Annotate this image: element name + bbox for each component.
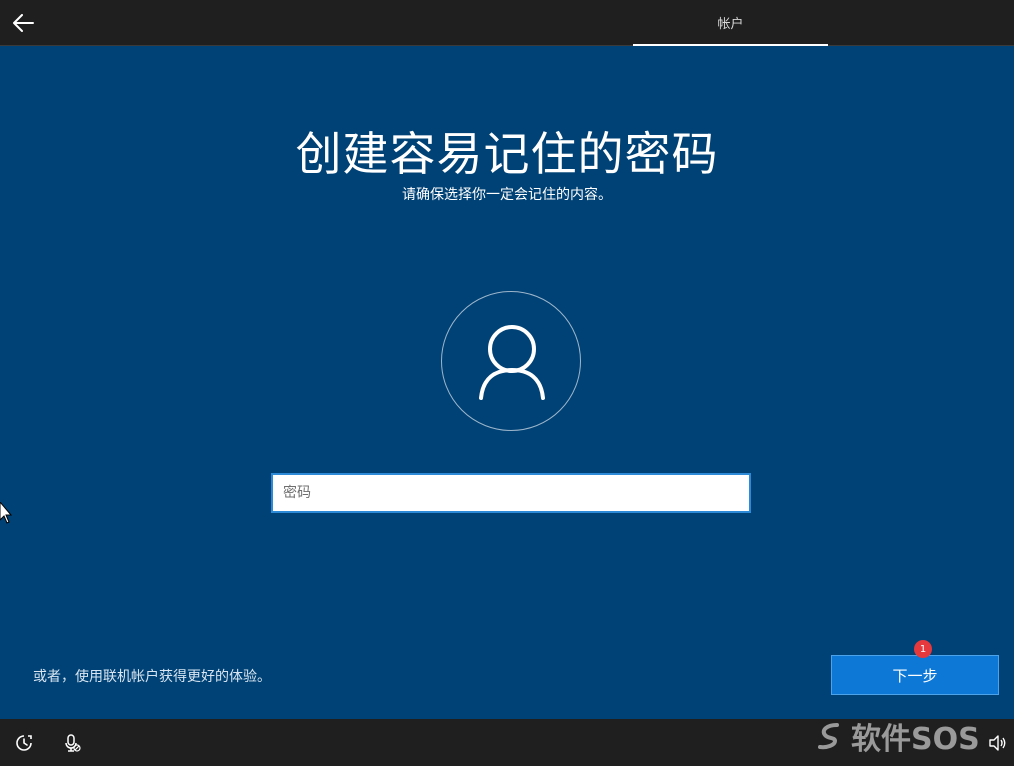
volume-button[interactable] [988,733,1008,753]
page-title: 创建容易记住的密码 [295,127,719,181]
microphone-off-icon [65,734,81,752]
next-button[interactable]: 下一步 [831,655,999,695]
mouse-cursor-icon [0,502,12,524]
top-bar: 帐户 [0,0,1014,46]
watermark-logo-icon [818,723,839,750]
volume-icon [989,735,1006,751]
ease-of-access-icon [16,735,32,751]
watermark: 软件SOS [815,718,980,757]
user-icon [479,325,545,400]
step-badge: 1 [914,640,932,658]
ease-of-access-button[interactable] [14,733,34,753]
back-button[interactable] [8,8,38,38]
oobe-window: 帐户 创建容易记住的密码 请确保选择你一定会记住的内容。 或者，使用联机帐户获得… [0,0,1014,766]
microphone-button[interactable] [62,733,82,753]
tab-account-label: 帐户 [717,16,744,32]
watermark-text: 软件SOS [851,722,980,757]
tab-account[interactable]: 帐户 [633,0,828,46]
avatar [441,291,581,431]
online-account-link[interactable]: 或者，使用联机帐户获得更好的体验。 [33,666,271,686]
password-input[interactable] [271,473,751,513]
arrow-left-icon [13,14,34,32]
page-subtitle: 请确保选择你一定会记住的内容。 [402,187,612,203]
